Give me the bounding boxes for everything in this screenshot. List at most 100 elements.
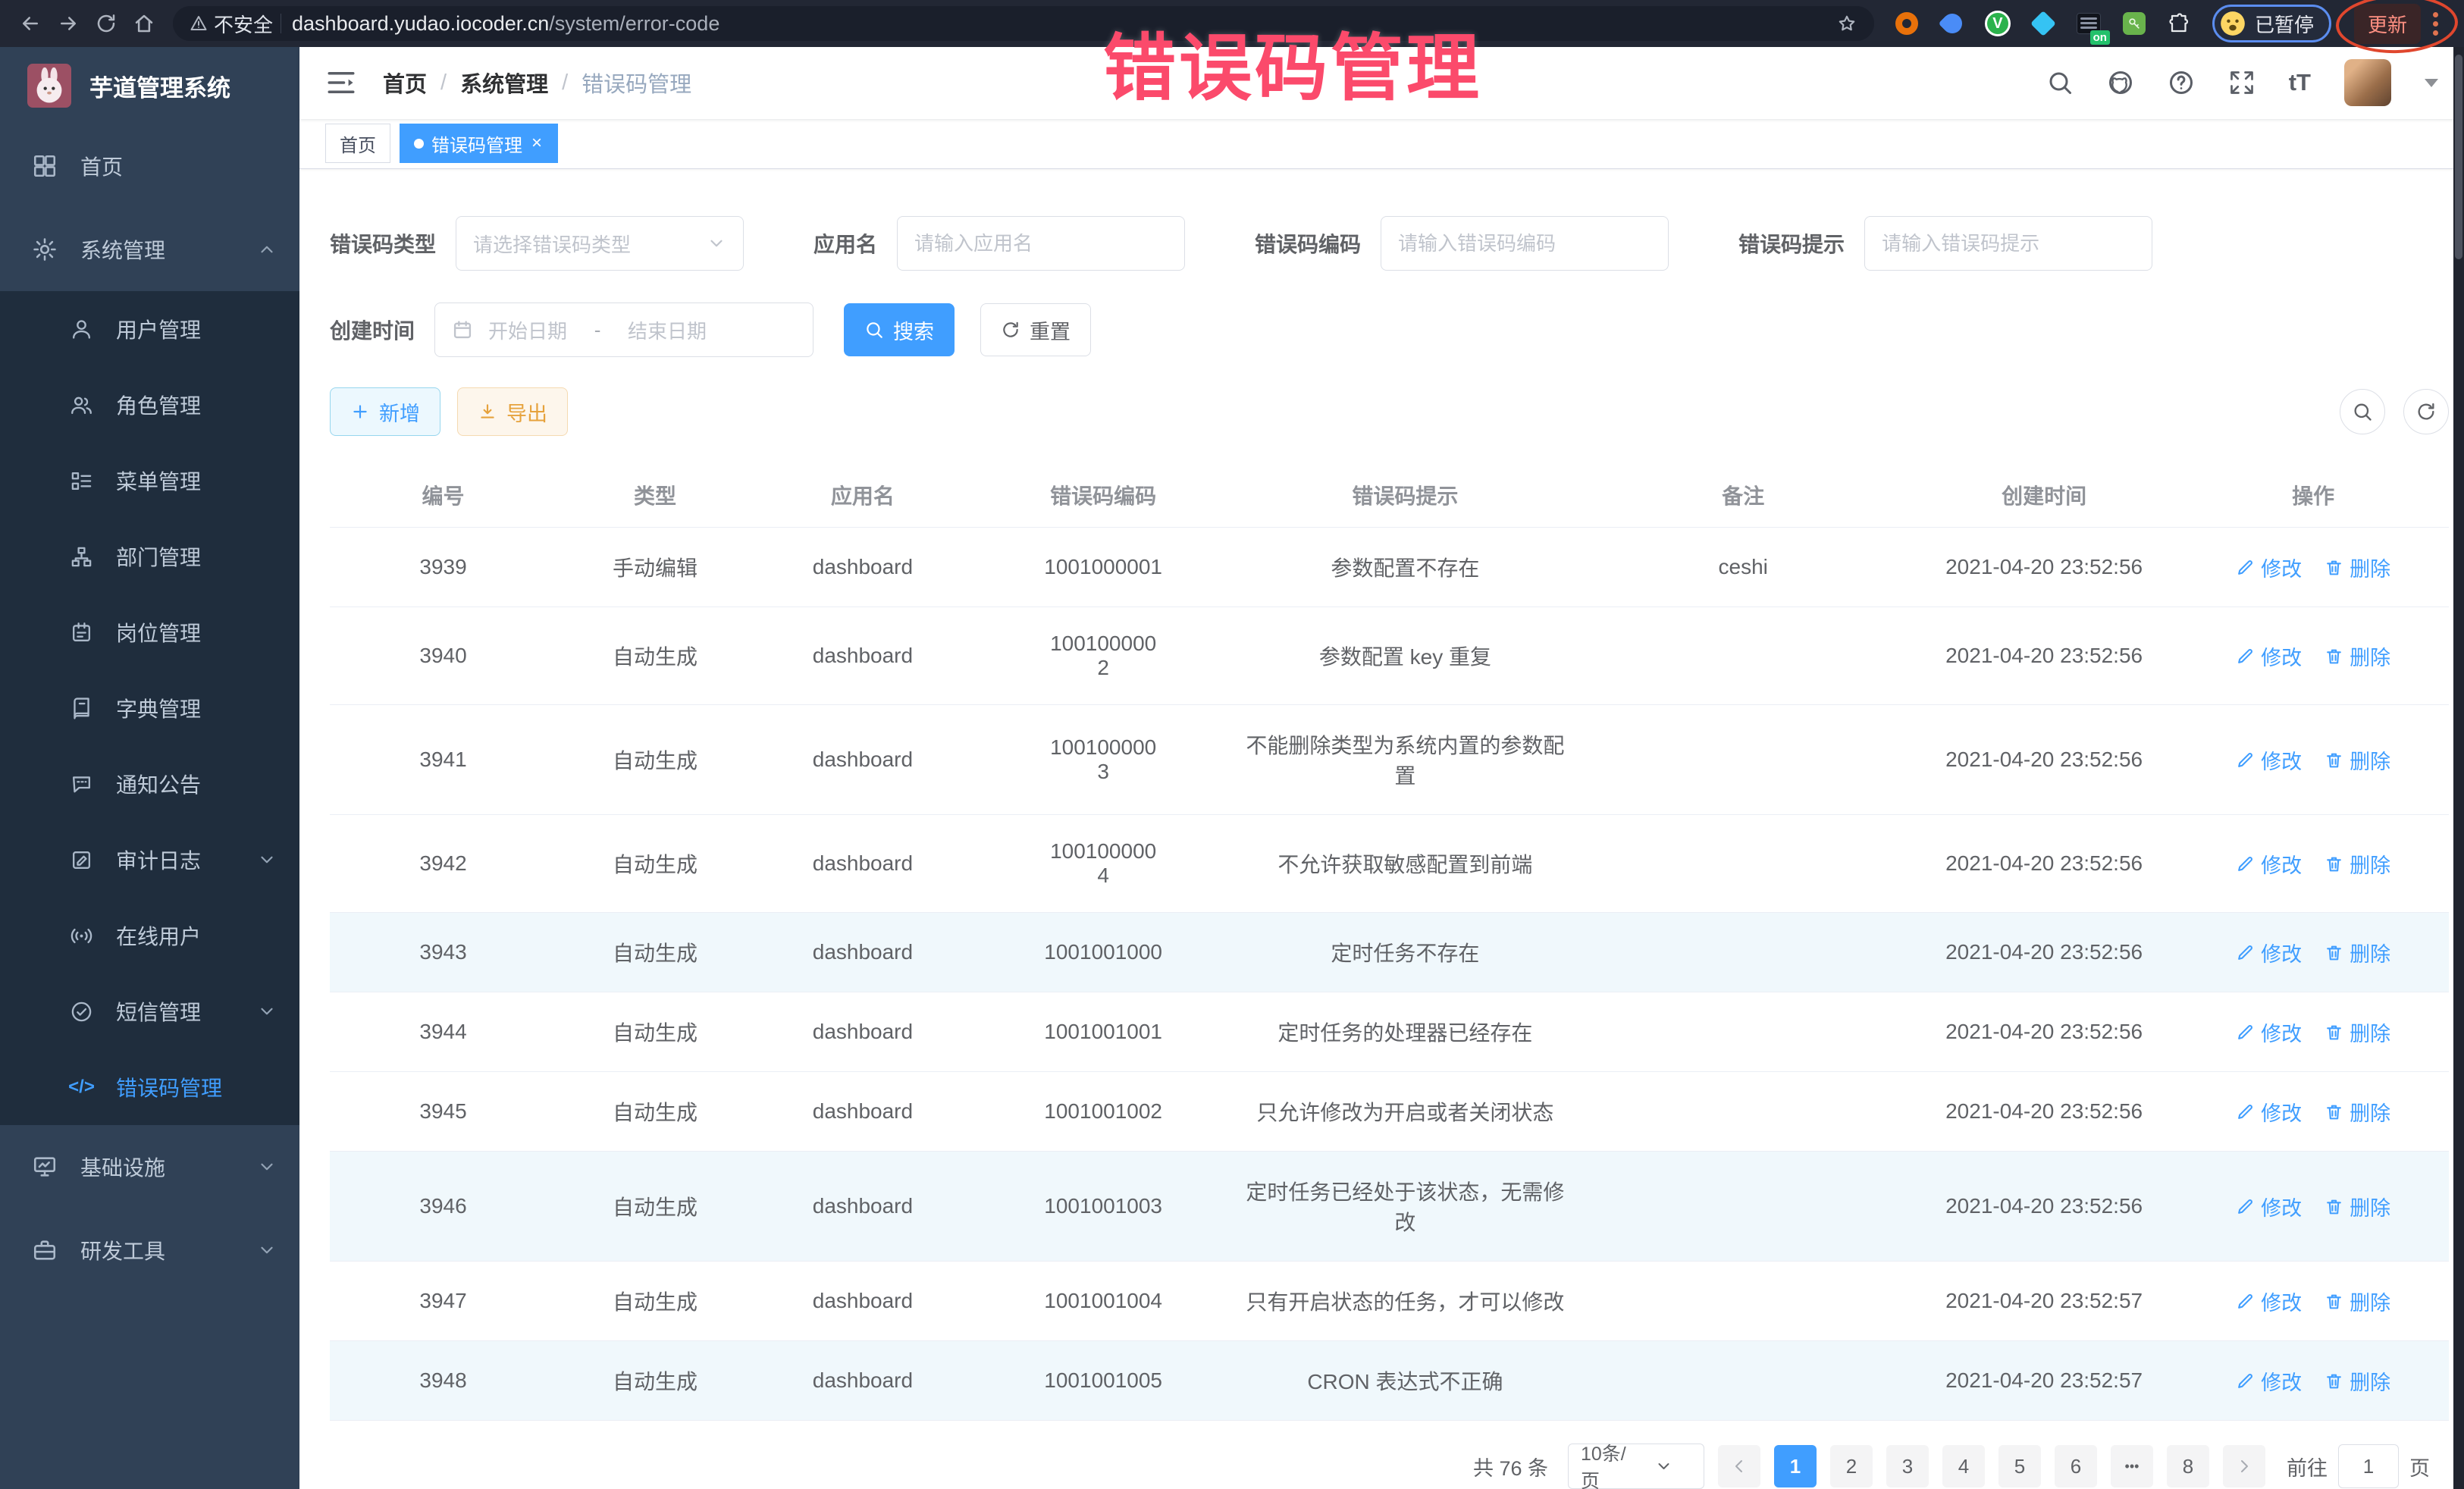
chevron-down-icon (707, 234, 726, 253)
sidebar-item[interactable]: 审计日志 (0, 822, 299, 898)
search-icon[interactable] (2046, 69, 2074, 96)
browser-home-icon[interactable] (127, 7, 161, 40)
prev-page-button[interactable] (1718, 1445, 1760, 1487)
gear-icon (32, 237, 58, 262)
breadcrumb-home[interactable]: 首页 (383, 67, 427, 99)
edit-link[interactable]: 修改 (2236, 1366, 2302, 1396)
warning-icon[interactable] (185, 10, 212, 37)
address-bar[interactable]: 不安全 dashboard.yudao.iocoder.cn/system/er… (173, 6, 1874, 41)
table-row: 3940自动生成dashboard100100000 2参数配置 key 重复2… (330, 607, 2449, 705)
extension-list-icon[interactable]: on (2074, 8, 2104, 39)
delete-link[interactable]: 删除 (2324, 745, 2390, 775)
delete-link[interactable]: 删除 (2324, 1017, 2390, 1047)
trash-icon (2324, 558, 2343, 577)
date-range-picker[interactable]: 开始日期 - 结束日期 (434, 303, 813, 357)
update-button[interactable]: 更新 (2354, 4, 2421, 44)
error-type-select[interactable]: 请选择错误码类型 (456, 216, 744, 271)
edit-link[interactable]: 修改 (2236, 1017, 2302, 1047)
edit-link[interactable]: 修改 (2236, 1097, 2302, 1127)
sidebar-item[interactable]: 用户管理 (0, 291, 299, 367)
delete-link[interactable]: 删除 (2324, 1366, 2390, 1396)
extension-green-check-icon[interactable]: V (1983, 8, 2013, 39)
delete-link[interactable]: 删除 (2324, 938, 2390, 967)
pager-ellipsis[interactable]: ••• (2111, 1445, 2153, 1487)
edit-link[interactable]: 修改 (2236, 745, 2302, 775)
error-hint-input[interactable] (1864, 216, 2152, 271)
sidebar-item[interactable]: 菜单管理 (0, 443, 299, 519)
browser-profile-chip[interactable]: 已暂停 (2212, 5, 2331, 42)
pencil-icon (2236, 1102, 2255, 1121)
sidebar-item[interactable]: 研发工具 (0, 1208, 299, 1292)
error-code-input[interactable] (1381, 216, 1669, 271)
sidebar-item[interactable]: 在线用户 (0, 898, 299, 973)
github-icon[interactable] (2107, 69, 2134, 96)
next-page-button[interactable] (2223, 1445, 2265, 1487)
extension-orange-icon[interactable] (1892, 8, 1922, 39)
sidebar-item[interactable]: 通知公告 (0, 746, 299, 822)
extension-key-icon[interactable] (2119, 8, 2149, 39)
edit-link[interactable]: 修改 (2236, 553, 2302, 582)
edit-link[interactable]: 修改 (2236, 1287, 2302, 1316)
page-button[interactable]: 1 (1774, 1445, 1817, 1487)
extension-drop-icon[interactable] (1937, 8, 1967, 39)
page-scrollbar[interactable] (2453, 47, 2464, 1489)
help-icon[interactable] (2168, 69, 2195, 96)
delete-link[interactable]: 删除 (2324, 1097, 2390, 1127)
app-name-input[interactable] (897, 216, 1185, 271)
edit-link[interactable]: 修改 (2236, 1192, 2302, 1221)
avatar[interactable] (2344, 59, 2391, 106)
app-logo[interactable]: 芋道管理系统 (0, 47, 299, 124)
sidebar-item[interactable]: 首页 (0, 124, 299, 208)
cell-remark: ceshi (1575, 528, 1911, 607)
edit-link[interactable]: 修改 (2236, 849, 2302, 879)
delete-link[interactable]: 删除 (2324, 553, 2390, 582)
browser-menu-icon[interactable] (2431, 11, 2440, 37)
tag-error-code[interactable]: 错误码管理 × (400, 124, 558, 163)
close-icon[interactable]: × (530, 133, 544, 154)
scrollbar-thumb[interactable] (2455, 55, 2462, 259)
sidebar-item[interactable]: 字典管理 (0, 670, 299, 746)
reset-button[interactable]: 重置 (980, 303, 1091, 356)
search-button[interactable]: 搜索 (844, 303, 955, 356)
breadcrumb-system[interactable]: 系统管理 (460, 67, 548, 99)
export-button[interactable]: 导出 (457, 387, 568, 436)
delete-link[interactable]: 删除 (2324, 849, 2390, 879)
edit-link[interactable]: 修改 (2236, 641, 2302, 671)
sidebar: 芋道管理系统 首页系统管理用户管理角色管理菜单管理部门管理岗位管理字典管理通知公… (0, 47, 299, 1489)
edit-link[interactable]: 修改 (2236, 938, 2302, 967)
goto-page-input[interactable] (2338, 1444, 2399, 1488)
extension-diamond-icon[interactable] (2028, 8, 2058, 39)
table-row: 3941自动生成dashboard100100000 3不能删除类型为系统内置的… (330, 705, 2449, 815)
sidebar-item[interactable]: 基础设施 (0, 1125, 299, 1208)
browser-reload-icon[interactable] (89, 7, 123, 40)
browser-forward-icon[interactable] (52, 7, 85, 40)
delete-link[interactable]: 删除 (2324, 1287, 2390, 1316)
cell-type: 自动生成 (556, 1262, 754, 1341)
sidebar-item[interactable]: </>错误码管理 (0, 1049, 299, 1125)
page-button[interactable]: 6 (2055, 1445, 2097, 1487)
chevron-down-icon[interactable] (2425, 79, 2438, 87)
toggle-search-button[interactable] (2340, 389, 2385, 434)
page-button[interactable]: 2 (1830, 1445, 1873, 1487)
bookmark-star-icon[interactable] (1832, 8, 1862, 39)
sidebar-item[interactable]: 短信管理 (0, 973, 299, 1049)
fullscreen-icon[interactable] (2228, 69, 2256, 96)
sidebar-item[interactable]: 系统管理 (0, 208, 299, 291)
delete-link[interactable]: 删除 (2324, 641, 2390, 671)
tag-home[interactable]: 首页 (325, 124, 390, 163)
page-size-select[interactable]: 10条/页 (1568, 1444, 1704, 1489)
extension-puzzle-icon[interactable] (2165, 8, 2195, 39)
font-size-icon[interactable]: tT (2289, 69, 2311, 96)
refresh-table-button[interactable] (2403, 389, 2449, 434)
page-button[interactable]: 8 (2167, 1445, 2209, 1487)
delete-link[interactable]: 删除 (2324, 1192, 2390, 1221)
hamburger-icon[interactable] (325, 67, 357, 99)
page-button[interactable]: 5 (1998, 1445, 2041, 1487)
sidebar-item[interactable]: 部门管理 (0, 519, 299, 594)
add-button[interactable]: 新增 (330, 387, 440, 436)
browser-back-icon[interactable] (14, 7, 47, 40)
sidebar-item[interactable]: 角色管理 (0, 367, 299, 443)
sidebar-item[interactable]: 岗位管理 (0, 594, 299, 670)
page-button[interactable]: 3 (1886, 1445, 1929, 1487)
page-button[interactable]: 4 (1942, 1445, 1985, 1487)
